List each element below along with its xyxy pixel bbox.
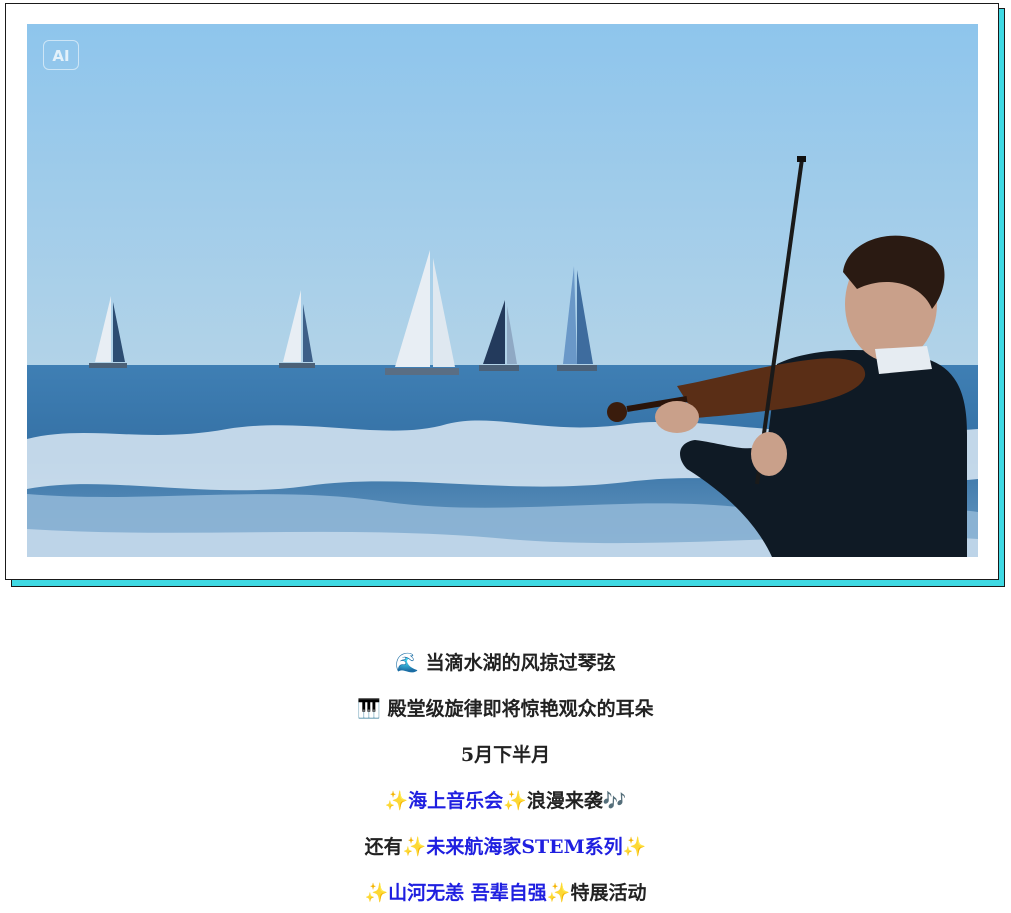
caption-line-2-text: 殿堂级旋律即将惊艳观众的耳朵 (387, 698, 654, 720)
caption-line-1: 🌊 当滴水湖的风掠过琴弦 (0, 640, 1011, 686)
ai-badge: AI (43, 40, 79, 70)
exhibition-highlight: 山河无恙 吾辈自强 (388, 882, 547, 904)
sea-concert-photo: AI (27, 24, 978, 557)
wave-icon: 🌊 (395, 652, 420, 674)
caption-line-6: ✨山河无恙 吾辈自强✨特展活动 (0, 870, 1011, 913)
sparkle-icon: ✨ (503, 790, 527, 812)
caption-line-4-rest: 浪漫来袭 (526, 790, 603, 812)
sea-concert-highlight: 海上音乐会 (408, 790, 504, 812)
image-card: AI (5, 3, 999, 580)
sparkle-icon: ✨ (364, 882, 389, 904)
date-text: 5月下半月 (460, 744, 551, 766)
piano-icon: 🎹 (357, 698, 382, 720)
stem-series-highlight: 未来航海家STEM系列 (426, 836, 623, 858)
sparkle-icon: ✨ (622, 836, 647, 858)
sparkle-icon: ✨ (384, 790, 409, 812)
sparkle-icon: ✨ (546, 882, 571, 904)
caption-line-6-rest: 特展活动 (570, 882, 647, 904)
caption-line-4: ✨海上音乐会✨浪漫来袭🎶 (0, 778, 1011, 824)
caption-line-3: 5月下半月 (0, 732, 1011, 778)
caption-text-block: 🌊 当滴水湖的风掠过琴弦 🎹 殿堂级旋律即将惊艳观众的耳朵 5月下半月 ✨海上音… (0, 640, 1011, 913)
caption-line-1-text: 当滴水湖的风掠过琴弦 (425, 652, 616, 674)
caption-line-5: 还有✨未来航海家STEM系列✨ (0, 824, 1011, 870)
caption-line-5-prefix: 还有 (364, 836, 403, 858)
music-notes-icon: 🎶 (602, 790, 627, 812)
photo-illustration (27, 24, 978, 557)
sparkle-icon: ✨ (402, 836, 427, 858)
caption-line-2: 🎹 殿堂级旋律即将惊艳观众的耳朵 (0, 686, 1011, 732)
page: AI 🌊 当滴水湖的风掠过琴弦 🎹 殿堂级旋律即将惊艳观众的耳朵 5月下半月 ✨… (0, 0, 1011, 913)
